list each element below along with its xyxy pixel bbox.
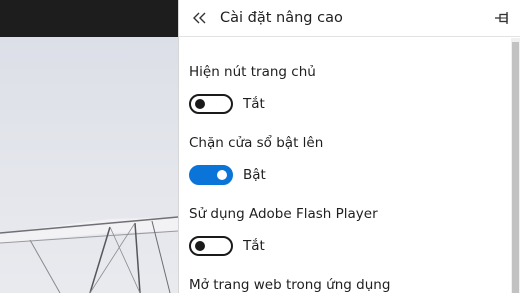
toggle-switch[interactable] <box>189 165 233 185</box>
scrollbar[interactable] <box>511 38 520 293</box>
home-button-toggle[interactable]: Tắt <box>189 94 505 116</box>
block-popups-toggle[interactable]: Bật <box>189 165 505 187</box>
toggle-state-label: Tắt <box>243 96 265 112</box>
double-chevron-left-icon[interactable] <box>189 8 211 28</box>
toggle-switch[interactable] <box>189 94 233 114</box>
browser-toolbar <box>0 0 178 37</box>
setting-home-button: Hiện nút trang chủ Tắt <box>189 63 505 116</box>
scrollbar-thumb[interactable] <box>512 42 519 293</box>
webpage-background-image <box>0 37 178 293</box>
setting-label: Chặn cửa sổ bật lên <box>189 135 324 151</box>
settings-list: Hiện nút trang chủ Tắt Chặn cửa sổ bật l… <box>179 38 511 293</box>
setting-label: Mở trang web trong ứng dụng <box>189 277 391 293</box>
setting-open-sites-in-apps: Mở trang web trong ứng dụng <box>189 276 505 293</box>
toggle-state-label: Tắt <box>243 238 265 254</box>
setting-label: Hiện nút trang chủ <box>189 64 316 80</box>
browser-window: Cài đặt nâng cao Hiện nút trang chủ Tắt <box>0 0 520 293</box>
pin-icon[interactable] <box>492 8 512 28</box>
toggle-switch[interactable] <box>189 236 233 256</box>
setting-flash-player: Sử dụng Adobe Flash Player Tắt <box>189 205 505 258</box>
panel-title: Cài đặt nâng cao <box>220 10 343 26</box>
advanced-settings-panel: Cài đặt nâng cao Hiện nút trang chủ Tắt <box>178 0 520 293</box>
setting-label: Sử dụng Adobe Flash Player <box>189 206 378 222</box>
toggle-state-label: Bật <box>243 167 266 183</box>
setting-block-popups: Chặn cửa sổ bật lên Bật <box>189 134 505 187</box>
panel-header: Cài đặt nâng cao <box>179 0 520 37</box>
flash-player-toggle[interactable]: Tắt <box>189 236 505 258</box>
